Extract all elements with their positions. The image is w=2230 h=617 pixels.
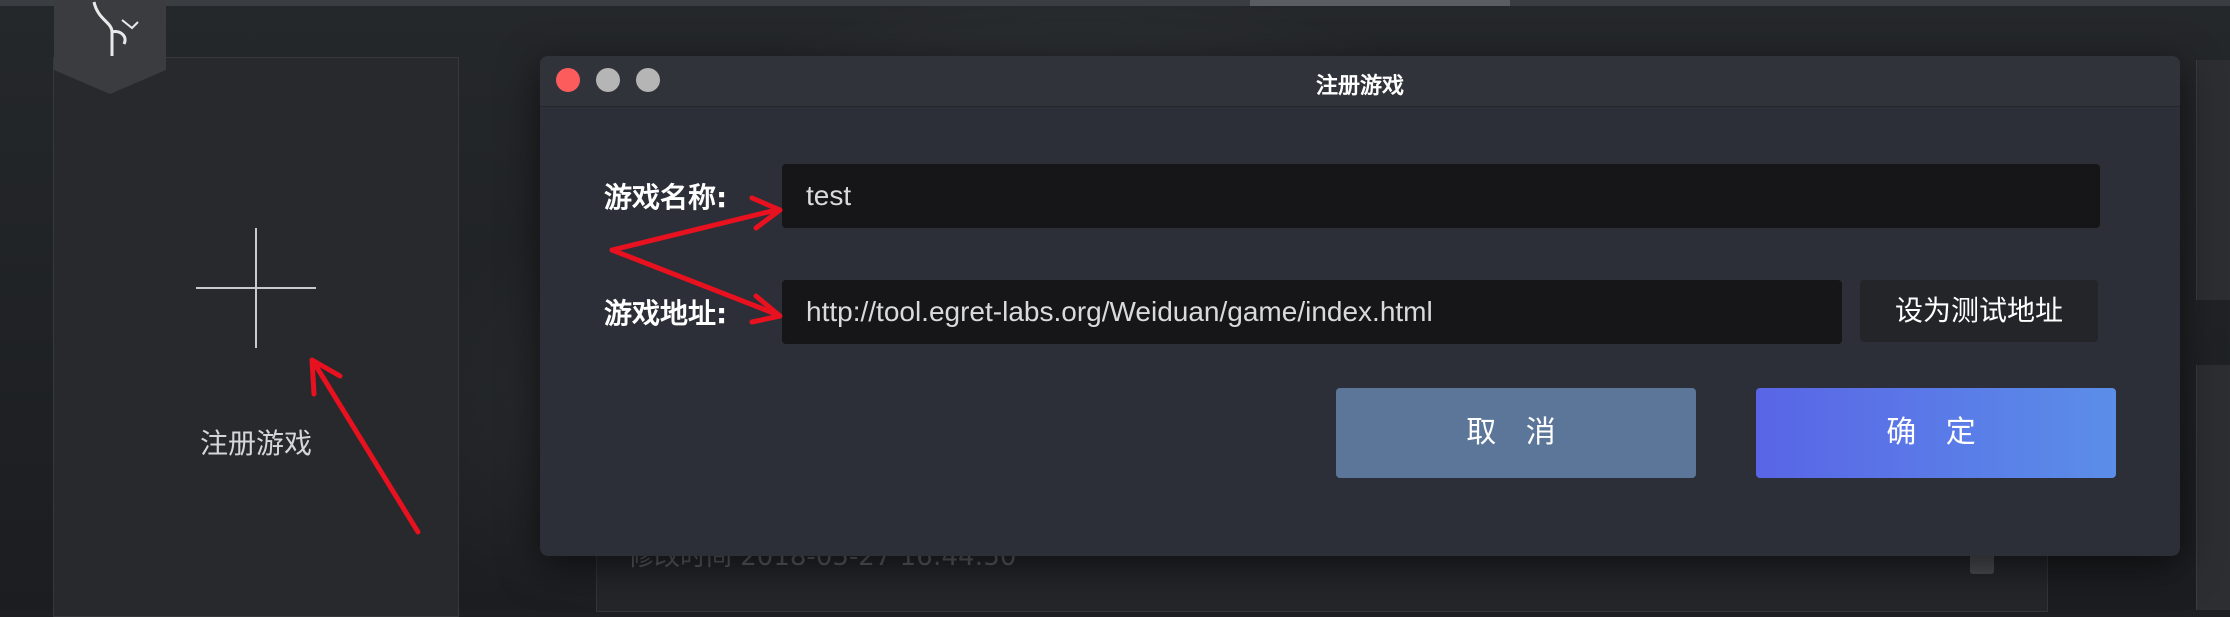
background-side-panel xyxy=(2196,60,2230,300)
game-url-label: 游戏地址: xyxy=(604,297,728,330)
cancel-button[interactable]: 取 消 xyxy=(1336,388,1696,478)
dialog-titlebar: 注册游戏 xyxy=(540,56,2180,107)
plus-icon[interactable] xyxy=(196,228,316,348)
game-name-label: 游戏名称: xyxy=(604,181,728,214)
top-tab-active-indicator[interactable] xyxy=(1250,0,1510,6)
register-game-label: 注册游戏 xyxy=(199,427,312,460)
set-test-url-button[interactable]: 设为测试地址 xyxy=(1860,280,2098,342)
game-name-input[interactable]: test xyxy=(782,164,2100,228)
background-side-panel-lower xyxy=(2196,365,2230,610)
register-game-dialog: 注册游戏 游戏名称: test 游戏地址: http://tool.egret-… xyxy=(540,56,2180,556)
top-tab-bar xyxy=(0,0,2230,6)
game-url-input[interactable]: http://tool.egret-labs.org/Weiduan/game/… xyxy=(782,280,1842,344)
egret-logo-icon xyxy=(54,0,166,94)
ok-button[interactable]: 确 定 xyxy=(1756,388,2116,478)
dialog-title: 注册游戏 xyxy=(1315,74,1404,99)
